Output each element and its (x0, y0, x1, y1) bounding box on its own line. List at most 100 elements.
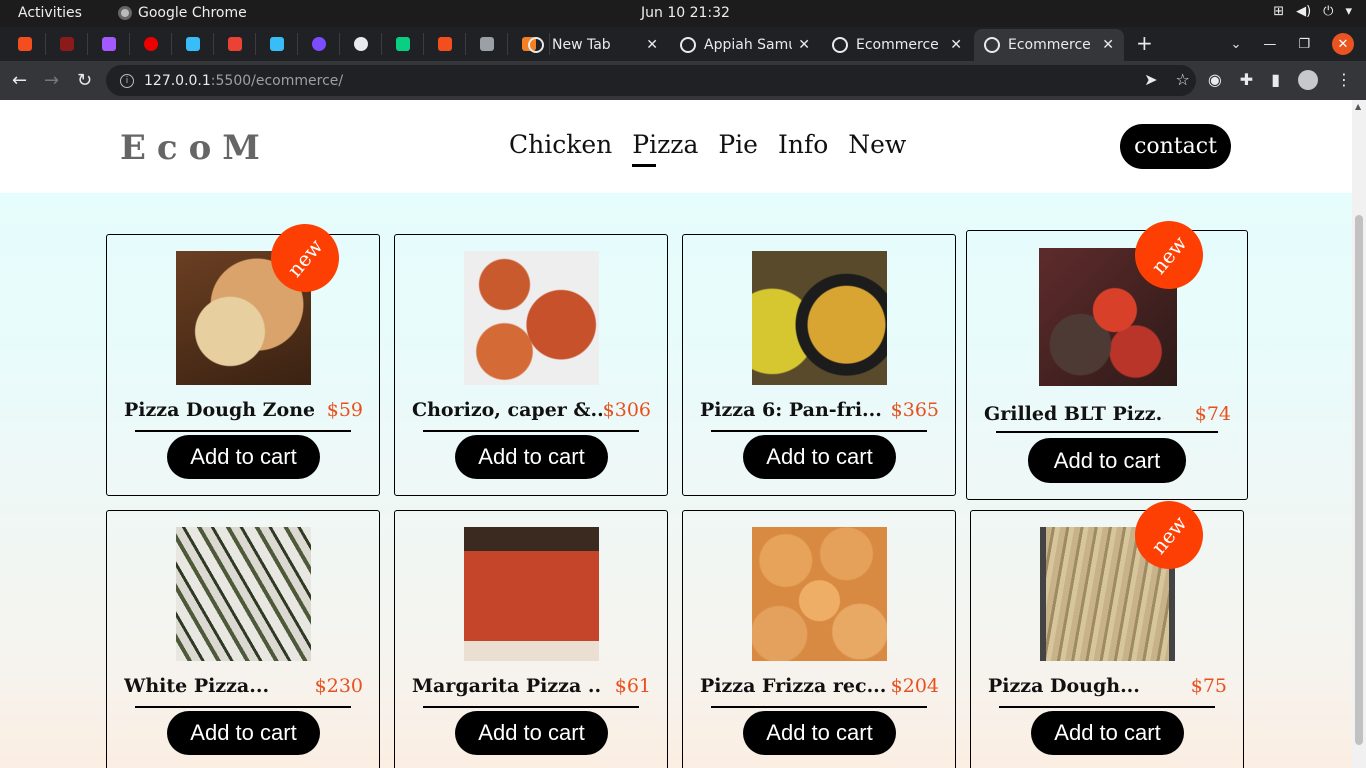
close-icon[interactable]: ✕ (798, 37, 810, 53)
tab-appiah[interactable]: Appiah Samu ✕ (670, 29, 820, 61)
add-to-cart-button[interactable]: Add to cart (1031, 711, 1184, 755)
scroll-up-icon[interactable]: ▲ (1355, 102, 1361, 111)
main-nav: Chicken Pizza Pie Info New (509, 130, 906, 167)
nav-item-pie[interactable]: Pie (718, 130, 758, 159)
tab-ecommerce[interactable]: Ecommerce ✕ (822, 29, 972, 61)
new-tab-button[interactable]: + (1136, 31, 1153, 55)
figma-icon (101, 37, 116, 51)
system-tray[interactable]: ⊞ ◀) ⏻ ▾ (1273, 4, 1352, 19)
gmail-icon (227, 37, 242, 51)
tab-title: Ecommerce (1008, 37, 1091, 53)
tab-ecommerce-active[interactable]: Ecommerce ✕ (974, 29, 1124, 61)
pinned-tab[interactable] (98, 33, 130, 55)
pinned-tab[interactable] (350, 33, 382, 55)
pinned-tab[interactable] (182, 33, 214, 55)
figma-icon (437, 37, 452, 51)
pinned-tabs (14, 33, 550, 55)
product-image[interactable] (752, 251, 887, 385)
url-path: :5500/ecommerce/ (210, 72, 344, 89)
site-logo[interactable]: EcoM (120, 128, 271, 168)
nav-item-pizza[interactable]: Pizza (632, 130, 698, 167)
url-host: 127.0.0.1 (144, 72, 211, 89)
pinned-tab[interactable] (476, 33, 508, 55)
scrollbar-thumb[interactable] (1355, 215, 1363, 745)
avatar[interactable] (1298, 70, 1318, 90)
product-price: $230 (314, 675, 363, 697)
tab-search-icon[interactable]: ⌄ (1230, 37, 1241, 52)
pinned-tab[interactable] (434, 33, 466, 55)
tailwind-icon (269, 37, 284, 51)
add-to-cart-button[interactable]: Add to cart (1028, 438, 1186, 483)
product-image[interactable] (752, 527, 887, 661)
activities-button[interactable]: Activities (18, 5, 82, 21)
nav-item-chicken[interactable]: Chicken (509, 130, 612, 159)
product-card: Pizza Frizza rec... $204 Add to cart (682, 510, 956, 768)
product-card: Chorizo, caper &... $306 Add to cart (394, 234, 668, 496)
side-panel-icon[interactable]: ▮ (1271, 70, 1280, 90)
page-scrollbar[interactable]: ▲ (1352, 100, 1366, 768)
product-title: Pizza 6: Pan-fri... (700, 399, 882, 421)
clock[interactable]: Jun 10 21:32 (641, 5, 730, 21)
os-top-bar: Activities Google Chrome Jun 10 21:32 ⊞ … (0, 0, 1366, 27)
app-menu[interactable]: Google Chrome (118, 5, 247, 21)
product-title: Chorizo, caper &... (412, 399, 602, 421)
send-icon[interactable]: ➤ (1144, 70, 1157, 90)
product-image[interactable] (464, 527, 599, 661)
color-picker-icon[interactable]: ◉ (1208, 70, 1222, 90)
volume-icon: ◀) (1296, 4, 1312, 19)
unicorn-icon (479, 37, 494, 51)
add-to-cart-button[interactable]: Add to cart (167, 435, 320, 479)
product-image[interactable] (176, 527, 311, 661)
product-title: Pizza Dough Zone... (124, 399, 314, 421)
power-icon: ⏻ (1323, 4, 1334, 19)
close-icon[interactable]: ✕ (950, 37, 962, 53)
pinned-tab[interactable] (392, 33, 424, 55)
pinned-tab[interactable] (308, 33, 340, 55)
add-to-cart-button[interactable]: Add to cart (743, 711, 896, 755)
reload-icon[interactable]: ↻ (77, 70, 92, 91)
extensions-icon[interactable]: ✚ (1240, 70, 1253, 90)
divider (996, 431, 1218, 433)
product-card: White Pizza... $230 Add to cart (106, 510, 380, 768)
add-to-cart-button[interactable]: Add to cart (743, 435, 896, 479)
close-icon[interactable]: ✕ (1102, 37, 1114, 53)
product-card: Pizza 6: Pan-fri... $365 Add to cart (682, 234, 956, 496)
restore-icon[interactable]: ❐ (1298, 37, 1310, 52)
site-info-icon[interactable]: i (120, 73, 134, 88)
globe-icon (680, 37, 696, 53)
close-icon[interactable]: ✕ (646, 37, 658, 53)
chrome-icon (118, 6, 132, 20)
red-app-icon (59, 37, 74, 51)
product-image[interactable] (464, 251, 599, 385)
pinned-tab[interactable] (56, 33, 88, 55)
page-viewport: EcoM Chicken Pizza Pie Info New contact … (0, 100, 1352, 768)
globe-icon (353, 37, 368, 51)
product-title: Margarita Pizza ... (412, 675, 602, 697)
bookmark-star-icon[interactable]: ☆ (1175, 70, 1189, 90)
minimize-icon[interactable]: — (1263, 37, 1276, 52)
contact-button[interactable]: contact (1120, 124, 1231, 169)
back-icon[interactable]: ← (12, 70, 27, 91)
globe-icon (832, 37, 848, 53)
menu-dots-icon[interactable]: ⋮ (1336, 70, 1352, 90)
product-card: Grilled BLT Pizz... $74 Add to cart new (966, 207, 1248, 500)
product-price: $365 (890, 399, 939, 421)
add-to-cart-button[interactable]: Add to cart (455, 711, 608, 755)
address-bar[interactable]: i 127.0.0.1:5500/ecommerce/ (106, 65, 1196, 96)
pinned-tab[interactable] (140, 33, 172, 55)
pinned-tab[interactable] (14, 33, 46, 55)
product-price: $75 (1190, 675, 1227, 697)
figma-icon (395, 37, 410, 51)
close-window-icon[interactable]: ✕ (1332, 33, 1354, 55)
pinned-tab[interactable] (224, 33, 256, 55)
pinned-tab[interactable] (266, 33, 298, 55)
product-title: White Pizza... (124, 675, 270, 697)
nav-item-info[interactable]: Info (778, 130, 828, 159)
tab-new-tab[interactable]: New Tab ✕ (518, 29, 668, 61)
forward-icon[interactable]: → (44, 70, 59, 91)
nav-item-new[interactable]: New (848, 130, 906, 159)
add-to-cart-button[interactable]: Add to cart (167, 711, 320, 755)
add-to-cart-button[interactable]: Add to cart (455, 435, 608, 479)
divider (423, 430, 639, 432)
product-card: Pizza Dough... $75 Add to cart new (970, 487, 1244, 768)
